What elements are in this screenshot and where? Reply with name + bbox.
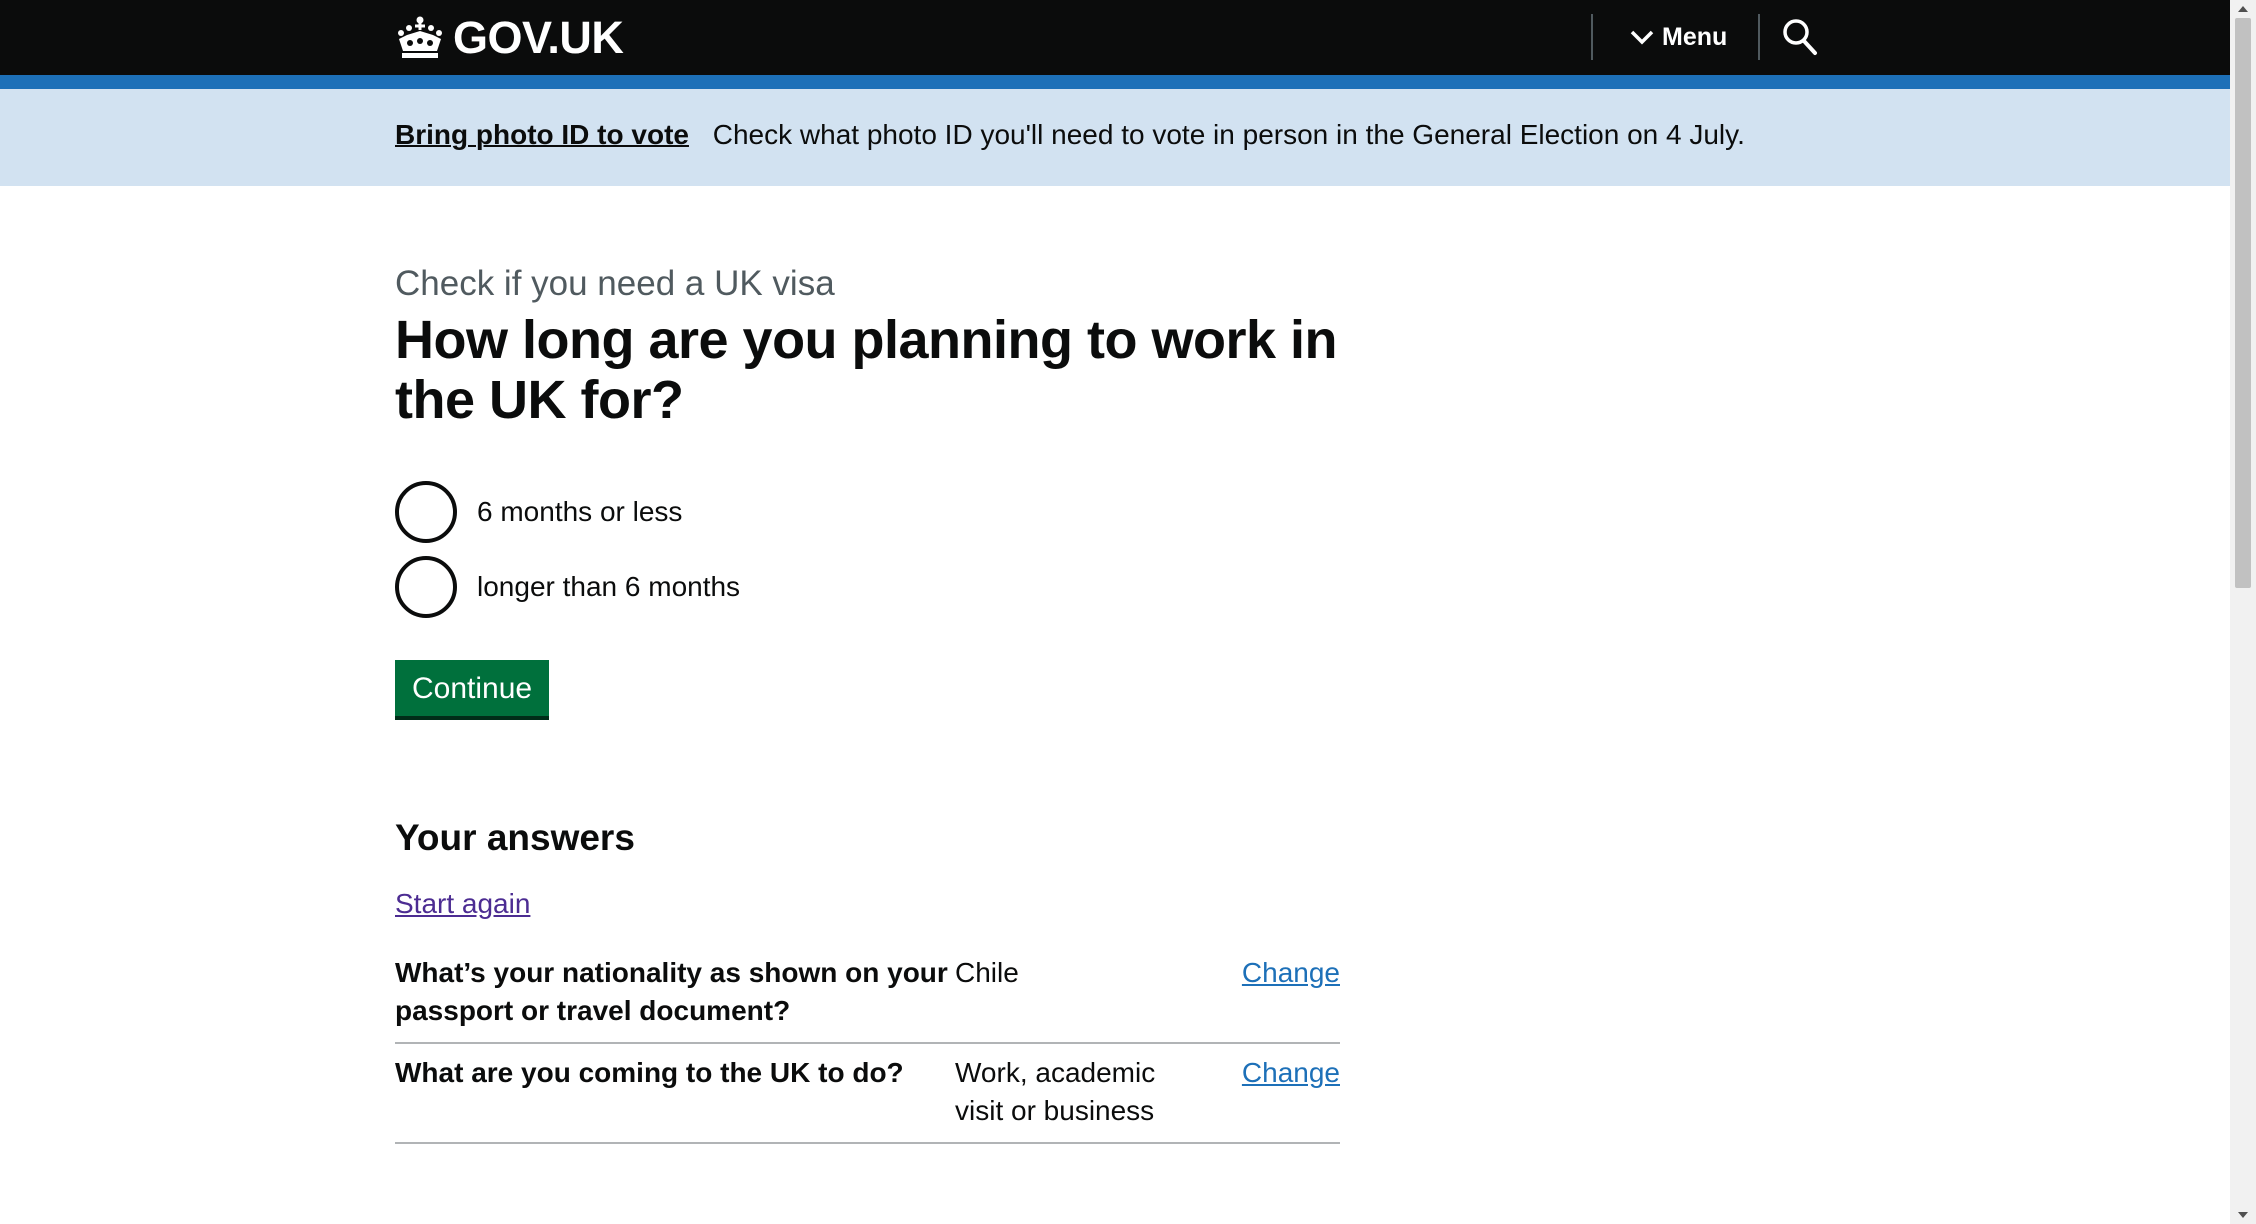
radio-label[interactable]: 6 months or less — [477, 496, 682, 528]
photo-id-link[interactable]: Bring photo ID to vote — [395, 119, 689, 150]
summary-answer: Chile — [955, 957, 1019, 988]
change-link[interactable]: Change — [1242, 957, 1340, 988]
answers-summary-list: What’s your nationality as shown on your… — [395, 944, 1340, 1144]
scroll-up-arrow[interactable] — [2238, 6, 2248, 12]
summary-row: What are you coming to the UK to do? Wor… — [395, 1044, 1340, 1144]
radio-group: 6 months or less longer than 6 months — [395, 481, 1345, 618]
emergency-banner: Bring photo ID to vote Check what photo … — [0, 89, 2230, 186]
radio-label[interactable]: longer than 6 months — [477, 571, 740, 603]
scrollbar-thumb[interactable] — [2235, 18, 2251, 588]
change-link[interactable]: Change — [1242, 1057, 1340, 1088]
menu-label: Menu — [1662, 22, 1728, 51]
chevron-down-icon — [1630, 30, 1654, 45]
start-again-link[interactable]: Start again — [395, 888, 530, 920]
header-divider — [1591, 14, 1593, 60]
main-content: Check if you need a UK visa How long are… — [395, 260, 1345, 1144]
radio-option-6-months-or-less[interactable]: 6 months or less — [395, 481, 1345, 543]
summary-answer: Work, academic visit or business — [955, 1057, 1156, 1126]
answers-heading: Your answers — [395, 817, 635, 858]
summary-question: What are you coming to the UK to do? — [395, 1057, 904, 1088]
radio-button[interactable] — [395, 481, 457, 543]
govuk-logo-link[interactable]: GOV.UK — [395, 10, 624, 66]
header-accent-bar — [0, 75, 2230, 89]
page-title: How long are you planning to work in the… — [395, 310, 1338, 430]
radio-button[interactable] — [395, 556, 457, 618]
radio-option-longer-than-6-months[interactable]: longer than 6 months — [395, 556, 1345, 618]
logo-text: GOV.UK — [453, 12, 624, 63]
menu-button[interactable]: Menu — [1630, 14, 1727, 60]
page-caption: Check if you need a UK visa — [395, 264, 835, 303]
summary-question: What’s your nationality as shown on your… — [395, 957, 948, 1026]
crown-icon — [398, 16, 442, 58]
site-header: GOV.UK Menu — [0, 0, 2230, 89]
search-icon — [1783, 19, 1817, 55]
scroll-down-arrow[interactable] — [2238, 1212, 2248, 1218]
banner-text: Check what photo ID you'll need to vote … — [712, 119, 1745, 150]
header-divider — [1758, 14, 1760, 60]
search-button[interactable] — [1782, 18, 1818, 56]
scrollbar[interactable] — [2230, 0, 2256, 1224]
summary-row: What’s your nationality as shown on your… — [395, 944, 1340, 1044]
continue-button[interactable]: Continue — [395, 660, 550, 716]
